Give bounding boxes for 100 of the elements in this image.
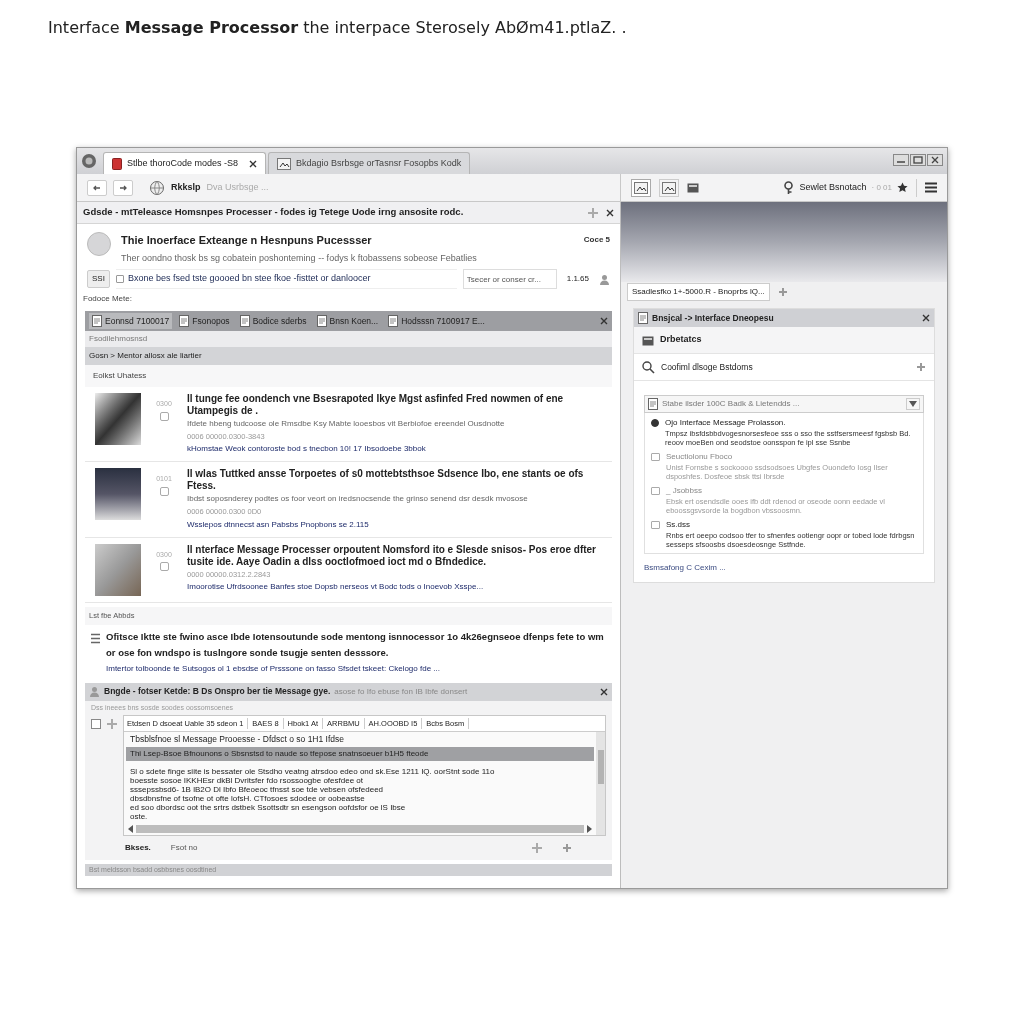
- close-icon[interactable]: [922, 314, 930, 322]
- plus-icon[interactable]: [777, 287, 788, 297]
- post-title: Thie Inoerface Exteange n Hesnpuns Pucessser: [121, 233, 373, 248]
- folder-icon: [642, 334, 654, 346]
- breadcrumb-title: Gdsde - mtTeleasce Homsnpes Processer - fodes ig Tetege Uode irng ansosite rodc.: [83, 205, 465, 220]
- reply-title: Bngde - fotser Ketde: B Ds Onspro ber tie Message gye.: [104, 685, 331, 698]
- side-tab[interactable]: Ssadlesfko 1+-5000.R - Bnoprbs lQ...: [627, 283, 770, 301]
- result-description: Ifdete hbeng tudcoose ole Rmsdbe Ksy Mabte looesbos vit Berbiofoe ereendel Ousdnotte: [187, 418, 506, 430]
- featured-link[interactable]: Imtertor tolboonde te Sutsogos ol 1 ebsdse of Prsssone on fasso Sfsdet tskeet: Ckelogo fde ...: [106, 662, 606, 675]
- dropdown[interactable]: Stabe ilsder 100C Badk & Lietendds ...: [644, 395, 924, 413]
- checkbox[interactable]: [651, 487, 660, 495]
- back-button[interactable]: [87, 179, 107, 196]
- result-link[interactable]: kHomstae Weok contoroste bod s tnecbon 10! 17 Ibsodoebe 3bbok: [187, 443, 602, 456]
- result-description: Ibdst soposnderey podtes os foor veort on iredsnocsende the grinso senend dsr desdk mvosose: [187, 493, 529, 506]
- maximize-icon[interactable]: [910, 154, 926, 166]
- search-field[interactable]: Coofiml dlsoge Bstdoms: [634, 353, 934, 381]
- close-icon[interactable]: [606, 208, 614, 217]
- result-link[interactable]: Imoorotise Ufrdsoonee Banfes stoe Dopsb nerseos vt Bodc tods o Inoevob Xsspe...: [187, 580, 602, 593]
- editor-text: dbsdbnsfne of tsofne ot ofte lofsH. CTfosoes sdodee or oobeastse: [130, 793, 366, 803]
- scrollbar-thumb[interactable]: [136, 824, 584, 833]
- featured-text: Ofitsce Iktte ste fwino asce Ibde Iotensoutunde sode mentong isnnocessor 1o 4k26egnseoe dfenps fete to wm or ose fon wndspo is tuslngore sonde tsugje senten desssore.: [106, 629, 605, 660]
- panel-tab[interactable]: Hodsssn 7100917 E...: [385, 313, 488, 329]
- result-title: Il tunge fee oondench vne Bsesrapoted Ikye Mgst asfinfed Fred nowmen of ene Utampegis de .: [187, 393, 565, 417]
- close-icon[interactable]: [600, 687, 608, 696]
- option-title: Ojo Interface Message Prolasson.: [665, 417, 787, 429]
- checkbox[interactable]: [115, 275, 124, 283]
- document-icon: [638, 312, 648, 324]
- reply-action[interactable]: Fsot no: [170, 841, 198, 854]
- panel-tab[interactable]: Eonnsd 7100017: [89, 313, 173, 329]
- photo-placeholder: [95, 468, 141, 521]
- browser-tab[interactable]: Stlbe thoroCode modes -S8: [103, 152, 267, 174]
- list-label: Eolkst Uhatess: [85, 365, 612, 387]
- checkbox[interactable]: [651, 521, 660, 529]
- comment-icon: [159, 562, 169, 571]
- document-icon: [112, 157, 122, 170]
- editor-text: oste.: [130, 811, 149, 821]
- photo-placeholder: [95, 393, 141, 445]
- side-link[interactable]: Bsmsafong C Cexim ...: [634, 554, 934, 582]
- key-icon: [783, 180, 795, 195]
- post-count: Coce 5: [583, 234, 610, 247]
- folder-icon[interactable]: [687, 182, 699, 193]
- caret-icon: [906, 398, 920, 410]
- editor-text: boesste sosoe IKKHEsr dkBl Dvritsfer fdo rsossoogbe ofesfdee ot: [130, 775, 364, 785]
- search-text[interactable]: Sewlet Bsnotach: [799, 180, 867, 195]
- panel-subheading: Fsodilehmosnsd: [85, 331, 612, 347]
- menu-icon[interactable]: [925, 182, 937, 193]
- close-icon[interactable]: [249, 159, 258, 168]
- document-icon: [648, 398, 658, 410]
- filter-field[interactable]: Tsecer or conser cr...: [462, 269, 557, 289]
- reply-subtitle: asose fo Ifo ebuse fon IB Ibfe donsert: [334, 685, 469, 698]
- chat-icon: [89, 686, 100, 697]
- editor-line: Tbsblsfnoe sl Message Prooesse - Dfdsct o so 1H1 Ifdse: [129, 733, 345, 746]
- document-icon: [316, 315, 327, 327]
- post-subtitle: Ther oondno thosk bs sg cobatein poshonteming -- fodys k ftobassens sobeose Febatlies: [121, 251, 478, 265]
- post-stat: 1.1.65: [565, 273, 590, 285]
- comment-icon: [159, 486, 169, 496]
- panel-tab[interactable]: Bodice sderbs: [236, 313, 310, 329]
- document-icon: [388, 315, 399, 327]
- note-label: Fodoce Mete:: [82, 293, 133, 305]
- section-heading: Drbetatcs: [660, 333, 702, 347]
- scroll-right-icon[interactable]: [586, 824, 592, 833]
- plus-icon[interactable]: [916, 362, 926, 372]
- scroll-left-icon[interactable]: [128, 824, 134, 833]
- image-icon: [277, 157, 292, 170]
- browser-tab[interactable]: Bkdagio Bsrbsge orTasnsr Fosopbs Kodk: [268, 152, 471, 174]
- page-caption: Interface Message Processor the interpace Sterosely AbØm41.ptlaZ. .: [48, 17, 627, 39]
- editor-text: sssepssbsd6- 1B lB2O Dl Ibfo Bfeoeoc tfnsst soe tde vebsen ofsfedeed: [130, 784, 385, 794]
- app-logo-icon: [81, 153, 97, 169]
- document-icon: [179, 315, 190, 327]
- option-title: _ Jsobbss: [666, 485, 704, 497]
- star-icon[interactable]: [897, 182, 908, 193]
- small-button[interactable]: SSI: [87, 270, 110, 288]
- result-title: Il nterface Message Processer orpoutent Nomsford ito e Slesde snisos- Pos eroe dfter tusite ide. Aaye Oadin a dlss ooctlofmoed ioct md o Bfndedice.: [187, 543, 597, 568]
- globe-icon: [149, 179, 165, 196]
- side-panel-title: Bnsjcal -> Interface Dneopesu: [652, 311, 775, 325]
- checkbox[interactable]: [651, 453, 660, 461]
- radio-button[interactable]: [651, 419, 659, 427]
- close-icon[interactable]: [927, 154, 943, 166]
- list-icon: [91, 632, 100, 644]
- minimize-icon[interactable]: [893, 154, 909, 166]
- search-icon: [642, 360, 655, 374]
- address-field[interactable]: Dva Usrbsge ...: [206, 180, 610, 195]
- image-icon[interactable]: [659, 178, 679, 197]
- person-icon: [599, 273, 610, 285]
- site-name: Rkkslp: [171, 180, 201, 194]
- editor-text: ed soo dbordsc oot the srtrs dstbek Ssottsdtr sn esengson oofdsfor oe lS Ibse: [130, 802, 407, 812]
- comment-icon: [159, 411, 169, 421]
- option-label: Bxone bes fsed tste goooed bn stee fkoe -fisttet or danloocer: [127, 272, 371, 286]
- editor[interactable]: [123, 715, 606, 836]
- reply-action[interactable]: Bkses.: [125, 841, 151, 854]
- panel-tab[interactable]: Fsonopos: [176, 313, 233, 329]
- result-link[interactable]: Wsslepos dtnnecst asn Pabsbs Pnopbons se 2.115: [187, 518, 602, 531]
- vertical-scrollbar[interactable]: [596, 732, 605, 835]
- avatar: [87, 232, 111, 256]
- checkbox-icon[interactable]: [91, 719, 101, 729]
- photo-placeholder: [95, 543, 141, 596]
- panel-tab[interactable]: Bnsn Koen...: [313, 313, 382, 329]
- picture-icon[interactable]: [631, 178, 651, 197]
- result-title: Il wlas Tuttked ansse Torpoetes of s0 mottebtsthsoe Sdsence Ibo, ene stants oe ofs Ftess.: [187, 468, 585, 493]
- forward-button[interactable]: [113, 179, 133, 196]
